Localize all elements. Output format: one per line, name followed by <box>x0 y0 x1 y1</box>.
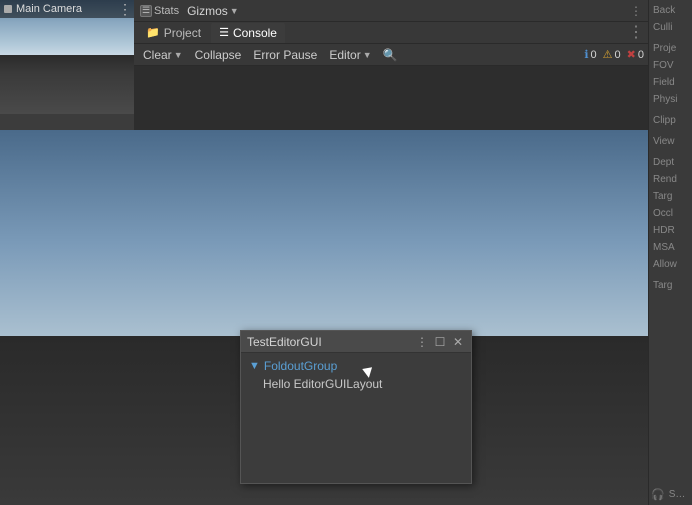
floating-more-button[interactable]: ⋮ <box>415 335 429 349</box>
right-panel-item-rend: Rend <box>651 173 690 186</box>
error-pause-button[interactable]: Error Pause <box>248 46 322 64</box>
warn-count[interactable]: ⚠ 0 <box>603 48 621 61</box>
right-panel-item-hdr: HDR <box>651 224 690 237</box>
tab-project-label: Project <box>164 26 201 40</box>
camera-ground <box>0 55 134 114</box>
right-panel-item-script: Scrip <box>667 488 690 501</box>
right-panel-item-clipp: Clipp <box>651 114 690 127</box>
gizmos-arrow-icon: ▼ <box>230 6 239 16</box>
tab-more-button[interactable]: ⋮ <box>628 25 644 41</box>
warn-count-value: 0 <box>615 49 621 61</box>
right-panel-item-back: Back <box>651 4 690 17</box>
foldout-header[interactable]: ▼ FoldoutGroup <box>249 359 463 373</box>
camera-dot-icon <box>4 5 12 13</box>
info-count[interactable]: ℹ 0 <box>584 48 596 61</box>
search-icon: 🔍 <box>383 48 398 62</box>
right-panel-item-cull: Culli <box>651 21 690 34</box>
foldout-label: FoldoutGroup <box>264 359 337 373</box>
console-count-area: ℹ 0 ⚠ 0 ✖ 0 <box>584 48 644 61</box>
floating-maximize-button[interactable]: ☐ <box>433 335 447 349</box>
clear-arrow-icon: ▼ <box>174 50 183 60</box>
right-panel-bottom: 🎧 Scrip <box>651 484 690 501</box>
error-count-value: 0 <box>638 49 644 61</box>
search-area[interactable]: 🔍 <box>383 48 398 62</box>
foldout-arrow-icon: ▼ <box>249 360 260 372</box>
clear-button[interactable]: Clear ▼ <box>138 46 188 64</box>
right-panel-item-phys: Physi <box>651 93 690 106</box>
floating-window-title: TestEditorGUI <box>247 335 411 349</box>
root: Main Camera ⋮ ☰ Stats Gizmos ▼ ⋮ <box>0 0 692 505</box>
right-panel-item-msa: MSA <box>651 241 690 254</box>
viewport-area: TestEditorGUI ⋮ ☐ ✕ ▼ FoldoutGroup Hello… <box>0 130 648 505</box>
editor-label: Editor <box>329 48 360 62</box>
warn-icon: ⚠ <box>603 48 613 61</box>
console-icon: ☰ <box>219 26 229 39</box>
stats-label: Stats <box>154 5 179 17</box>
stats-toggle-icon: ☰ <box>140 5 152 17</box>
collapse-button[interactable]: Collapse <box>190 46 247 64</box>
floating-window: TestEditorGUI ⋮ ☐ ✕ ▼ FoldoutGroup Hello… <box>240 330 472 484</box>
stats-toggle[interactable]: ☰ Stats <box>140 5 179 17</box>
clear-label: Clear <box>143 48 172 62</box>
camera-preview: Main Camera ⋮ <box>0 0 134 114</box>
floating-body: ▼ FoldoutGroup Hello EditorGUILayout <box>241 353 471 483</box>
camera-titlebar: Main Camera ⋮ <box>0 0 134 18</box>
camera-more-button[interactable]: ⋮ <box>118 2 132 16</box>
floating-close-button[interactable]: ✕ <box>451 335 465 349</box>
right-panel-item-fov: FOV <box>651 59 690 72</box>
floating-controls: ⋮ ☐ ✕ <box>415 335 465 349</box>
collapse-label: Collapse <box>195 48 242 62</box>
editor-arrow-icon: ▼ <box>363 50 372 60</box>
info-icon: ℹ <box>584 48 588 61</box>
tab-project[interactable]: 📁 Project <box>138 23 209 43</box>
stats-bar: ☰ Stats Gizmos ▼ ⋮ <box>134 0 648 22</box>
tab-bar: 📁 Project ☰ Console ⋮ <box>134 22 648 44</box>
left-panel: Main Camera ⋮ ☰ Stats Gizmos ▼ ⋮ <box>0 0 648 505</box>
console-content <box>134 66 648 130</box>
floating-titlebar: TestEditorGUI ⋮ ☐ ✕ <box>241 331 471 353</box>
tab-console-label: Console <box>233 26 277 40</box>
right-panel: Back Culli Proje FOV Field Physi Clipp V… <box>648 0 692 505</box>
right-panel-item-allow: Allow <box>651 258 690 271</box>
info-count-value: 0 <box>591 49 597 61</box>
headphones-icon: 🎧 <box>651 488 665 501</box>
right-panel-item-targ: Targ <box>651 190 690 203</box>
right-panel-item-dept: Dept <box>651 156 690 169</box>
foldout-text: Hello EditorGUILayout <box>263 377 382 391</box>
right-panel-item-proj: Proje <box>651 42 690 55</box>
right-panel-item-occl: Occl <box>651 207 690 220</box>
error-pause-label: Error Pause <box>253 48 317 62</box>
console-toolbar: Clear ▼ Collapse Error Pause Editor ▼ 🔍 <box>134 44 648 66</box>
stats-bar-more[interactable]: ⋮ <box>630 4 642 18</box>
right-panel-item-field: Field <box>651 76 690 89</box>
error-count[interactable]: ✖ 0 <box>627 48 644 61</box>
editor-dropdown-button[interactable]: Editor ▼ <box>324 46 376 64</box>
audio-icon: 🎧 Scrip <box>651 488 690 501</box>
gizmos-label: Gizmos <box>187 4 228 18</box>
gizmos-dropdown[interactable]: Gizmos ▼ <box>187 4 239 18</box>
error-icon: ✖ <box>627 48 636 61</box>
camera-title: Main Camera <box>16 3 82 15</box>
tab-console[interactable]: ☰ Console <box>211 23 285 43</box>
right-panel-item-view: View <box>651 135 690 148</box>
right-panel-item-targ2: Targ <box>651 279 690 292</box>
top-area: Main Camera ⋮ ☰ Stats Gizmos ▼ ⋮ <box>0 0 648 130</box>
console-area: ☰ Stats Gizmos ▼ ⋮ 📁 Project <box>134 0 648 130</box>
foldout-content: Hello EditorGUILayout <box>249 377 463 391</box>
project-icon: 📁 <box>146 26 160 39</box>
